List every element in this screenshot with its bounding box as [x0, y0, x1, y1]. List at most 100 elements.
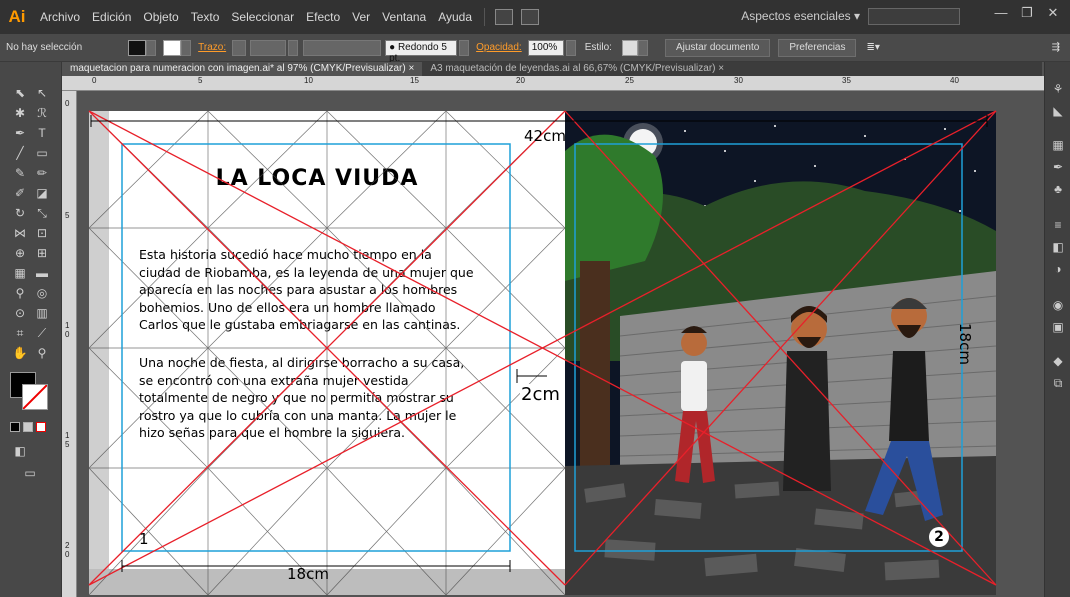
fill-swatch[interactable] — [128, 39, 147, 56]
rectangle-tool-icon[interactable]: ▭ — [32, 144, 52, 162]
slice-tool-icon[interactable]: ⟋ — [32, 324, 52, 342]
color-panel-icon[interactable]: ◣ — [1050, 104, 1066, 120]
brush-definition[interactable]: ● Redondo 5 pt. — [385, 39, 458, 64]
app-logo: Ai — [8, 7, 26, 26]
menu-texto[interactable]: Texto — [185, 10, 226, 24]
close-tab-icon[interactable]: × — [718, 63, 724, 74]
horizontal-ruler[interactable]: 0 5 10 15 20 25 30 35 40 — [62, 76, 1044, 91]
stroke-weight-dropdown[interactable] — [288, 39, 299, 56]
paintbrush-icon[interactable]: ✎ — [10, 164, 30, 182]
opacity-dropdown[interactable] — [565, 39, 576, 56]
search-input[interactable] — [868, 8, 960, 25]
ruler-tick: 10 — [304, 76, 313, 85]
menu-archivo[interactable]: Archivo — [34, 10, 86, 24]
stroke-dropdown[interactable] — [181, 39, 192, 56]
artboard-canvas[interactable]: LA LOCA VIUDA Esta historia sucedió hace… — [77, 91, 1044, 597]
symbol-sprayer-icon[interactable]: ⊙ — [10, 304, 30, 322]
stroke-weight-field[interactable] — [250, 39, 287, 56]
hand-tool-icon[interactable]: ✋ — [10, 344, 30, 362]
tab-maquetacion-numeracion[interactable]: maquetacion para numeracion con imagen.a… — [62, 62, 423, 76]
menu-ayuda[interactable]: Ayuda — [432, 10, 478, 24]
layers-icon[interactable]: ◆ — [1050, 354, 1066, 370]
color-mode-buttons[interactable] — [10, 422, 50, 434]
rotate-tool-icon[interactable]: ↻ — [10, 204, 30, 222]
variable-width-profile[interactable] — [303, 39, 382, 56]
eyedropper-icon[interactable]: ⚲ — [10, 284, 30, 302]
menu-ventana[interactable]: Ventana — [376, 10, 432, 24]
opacity-label[interactable]: Opacidad: — [472, 42, 526, 53]
layout-guides — [88, 110, 997, 596]
opacity-field[interactable]: 100% — [527, 39, 564, 56]
ruler-tick: 1 5 — [65, 431, 70, 449]
ruler-tick: 0 — [65, 99, 70, 108]
fit-document-button[interactable]: Ajustar documento — [664, 38, 771, 57]
stroke-stepper[interactable] — [232, 39, 247, 56]
image-height-dimension-label: 18cm — [956, 323, 974, 365]
selection-status: No hay selección — [6, 42, 83, 53]
mesh-tool-icon[interactable]: ▦ — [10, 264, 30, 282]
brushes-icon[interactable]: ✒ — [1050, 160, 1066, 176]
ruler-tick: 25 — [625, 76, 634, 85]
restore-icon[interactable]: ❐ — [1016, 5, 1038, 23]
minimize-icon[interactable]: — — [990, 5, 1012, 23]
line-tool-icon[interactable]: ╱ — [10, 144, 30, 162]
menu-ver[interactable]: Ver — [346, 10, 376, 24]
drawing-modes-icon[interactable]: ◧ — [10, 442, 30, 460]
graphic-styles-icon[interactable]: ▣ — [1050, 320, 1066, 336]
gradient-icon[interactable]: ◧ — [1050, 240, 1066, 256]
ruler-tick: 5 — [65, 211, 70, 220]
stroke-icon[interactable]: ≡ — [1050, 218, 1066, 234]
stroke-label[interactable]: Trazo: — [194, 42, 230, 53]
direct-selection-tool-icon[interactable]: ↖ — [32, 84, 52, 102]
appearance-icon[interactable]: ◉ — [1050, 298, 1066, 314]
vertical-ruler[interactable]: 0 5 1 0 1 5 2 0 — [62, 91, 77, 597]
menu-efecto[interactable]: Efecto — [300, 10, 346, 24]
menu-seleccionar[interactable]: Seleccionar — [225, 10, 300, 24]
type-tool-icon[interactable]: T — [32, 124, 52, 142]
ruler-tick: 35 — [842, 76, 851, 85]
zoom-tool-icon[interactable]: ⚲ — [32, 344, 52, 362]
workspace-switcher[interactable]: Aspectos esenciales ▾ — [741, 9, 860, 23]
magic-wand-icon[interactable]: ✱ — [10, 104, 30, 122]
transparency-icon[interactable]: ◑ — [1050, 262, 1066, 278]
gradient-tool-icon[interactable]: ▬ — [32, 264, 52, 282]
color-guide-icon[interactable]: ⚘ — [1050, 82, 1066, 98]
ruler-tick: 40 — [950, 76, 959, 85]
tab-a3-leyendas[interactable]: A3 maquetación de leyendas.ai al 66,67% … — [422, 62, 732, 76]
lasso-icon[interactable]: ℛ — [32, 104, 52, 122]
brush-dropdown[interactable] — [459, 39, 470, 56]
pen-tool-icon[interactable]: ✒ — [10, 124, 30, 142]
control-bar: No hay selección Trazo: ● Redondo 5 pt. … — [0, 34, 1070, 64]
width-tool-icon[interactable]: ⋈ — [10, 224, 30, 242]
symbols-icon[interactable]: ♣ — [1050, 182, 1066, 198]
swatches-icon[interactable]: ▦ — [1050, 138, 1066, 154]
close-icon[interactable]: ✕ — [1042, 5, 1064, 23]
graph-tool-icon[interactable]: ▥ — [32, 304, 52, 322]
style-dropdown[interactable] — [637, 39, 648, 56]
style-swatch[interactable] — [621, 39, 638, 56]
shape-builder-icon[interactable]: ⊕ — [10, 244, 30, 262]
close-tab-icon[interactable]: × — [409, 63, 415, 74]
blob-brush-icon[interactable]: ✐ — [10, 184, 30, 202]
menu-objeto[interactable]: Objeto — [137, 10, 184, 24]
artboards-icon[interactable]: ⧉ — [1050, 376, 1066, 392]
artboard-tool-icon[interactable]: ⌗ — [10, 324, 30, 342]
fill-dropdown[interactable] — [146, 39, 157, 56]
menu-edicion[interactable]: Edición — [86, 10, 137, 24]
blend-tool-icon[interactable]: ◎ — [32, 284, 52, 302]
selection-tool-icon[interactable]: ⬉ — [10, 84, 30, 102]
stroke-swatch[interactable] — [163, 39, 182, 56]
scale-tool-icon[interactable]: ⤡ — [32, 204, 52, 222]
preferences-button[interactable]: Preferencias — [778, 38, 857, 57]
free-transform-icon[interactable]: ⊡ — [32, 224, 52, 242]
eraser-icon[interactable]: ◪ — [32, 184, 52, 202]
pencil-icon[interactable]: ✏ — [32, 164, 52, 182]
arrange-icon[interactable]: ≣▾ — [860, 42, 885, 53]
perspective-grid-icon[interactable]: ⊞ — [32, 244, 52, 262]
screen-mode-icon[interactable]: ▭ — [20, 464, 40, 482]
style-label: Estilo: — [584, 42, 612, 53]
stroke-color-box[interactable] — [22, 384, 48, 410]
panel-menu-icon[interactable]: ⇶ — [1046, 42, 1066, 53]
bridge-icon[interactable] — [495, 9, 514, 25]
arrange-documents-icon[interactable] — [521, 9, 540, 25]
